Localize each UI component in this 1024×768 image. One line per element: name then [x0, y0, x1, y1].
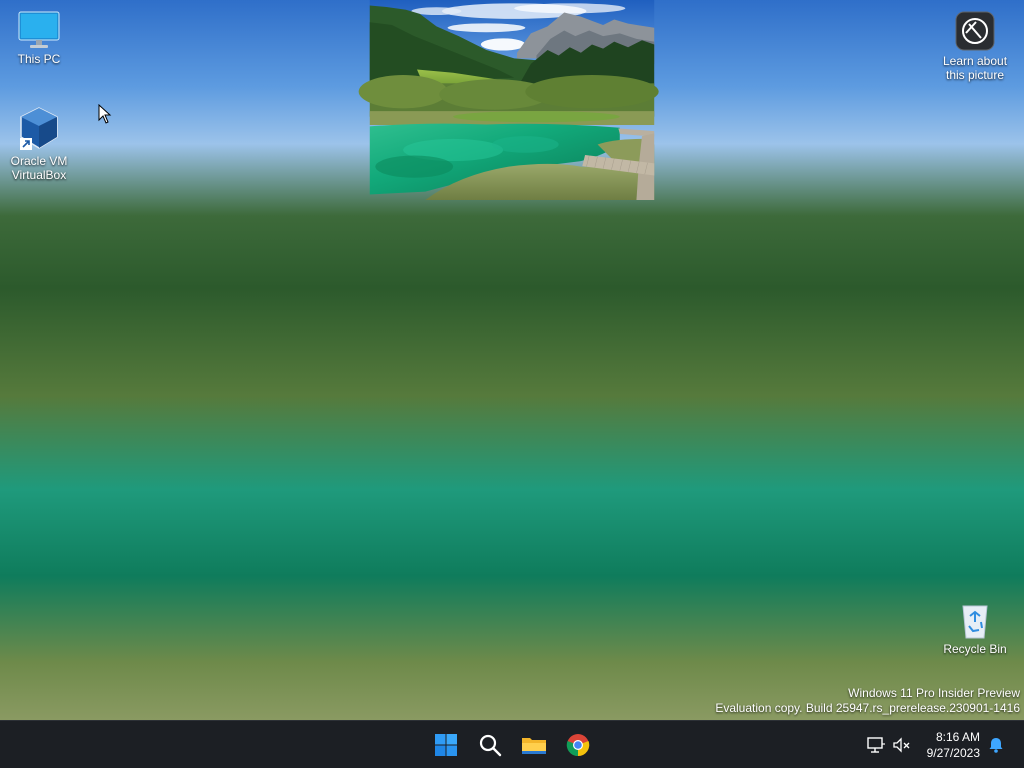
- wallpaper: [358, 0, 659, 200]
- monitor-icon: [18, 11, 60, 48]
- file-explorer-button[interactable]: [516, 727, 552, 763]
- desktop-icon-label: Learn about this picture: [942, 54, 1008, 82]
- desktop-icon-recycle-bin[interactable]: Recycle Bin: [937, 600, 1013, 656]
- start-button[interactable]: [428, 727, 464, 763]
- watermark-edition: Windows 11 Pro Insider Preview: [848, 686, 1020, 700]
- evaluation-watermark: Windows 11 Pro Insider Preview Evaluatio…: [715, 686, 1020, 716]
- desktop-icon-this-pc[interactable]: This PC: [1, 10, 77, 66]
- watermark-build: Evaluation copy. Build 25947.rs_prerelea…: [715, 701, 1020, 715]
- desktop-icon-virtualbox[interactable]: Oracle VM VirtualBox: [1, 104, 77, 182]
- desktop-icon-learn-about-picture[interactable]: Learn about this picture: [937, 10, 1013, 82]
- camera-info-icon: [955, 11, 995, 51]
- desktop[interactable]: This PC Oracle VM VirtualBox Learn about…: [0, 0, 1024, 720]
- folder-icon: [522, 738, 546, 754]
- chrome-icon: [566, 734, 590, 757]
- windows-start-icon: [435, 734, 457, 756]
- search-button[interactable]: [472, 727, 508, 763]
- search-icon: [479, 734, 502, 757]
- volume-muted-icon: [893, 737, 910, 753]
- network-tray-button[interactable]: [866, 735, 886, 755]
- desktop-icon-label: This PC: [17, 52, 61, 66]
- virtualbox-icon: [20, 107, 58, 150]
- volume-tray-button[interactable]: [892, 735, 912, 755]
- desktop-icon-label: Oracle VM VirtualBox: [10, 154, 68, 182]
- notification-bell-icon: [989, 738, 1003, 753]
- clock-time: 8:16 AM: [935, 730, 980, 744]
- network-icon: [867, 737, 885, 753]
- notifications-button[interactable]: [986, 735, 1006, 755]
- mouse-cursor-icon: [98, 104, 112, 124]
- clock-date: 9/27/2023: [926, 746, 980, 760]
- recycle-bin-icon: [962, 605, 988, 639]
- chrome-button[interactable]: [560, 727, 596, 763]
- taskbar: 8:16 AM 9/27/2023: [0, 720, 1024, 768]
- desktop-icon-label: Recycle Bin: [943, 642, 1007, 656]
- clock[interactable]: 8:16 AM 9/27/2023: [927, 729, 980, 761]
